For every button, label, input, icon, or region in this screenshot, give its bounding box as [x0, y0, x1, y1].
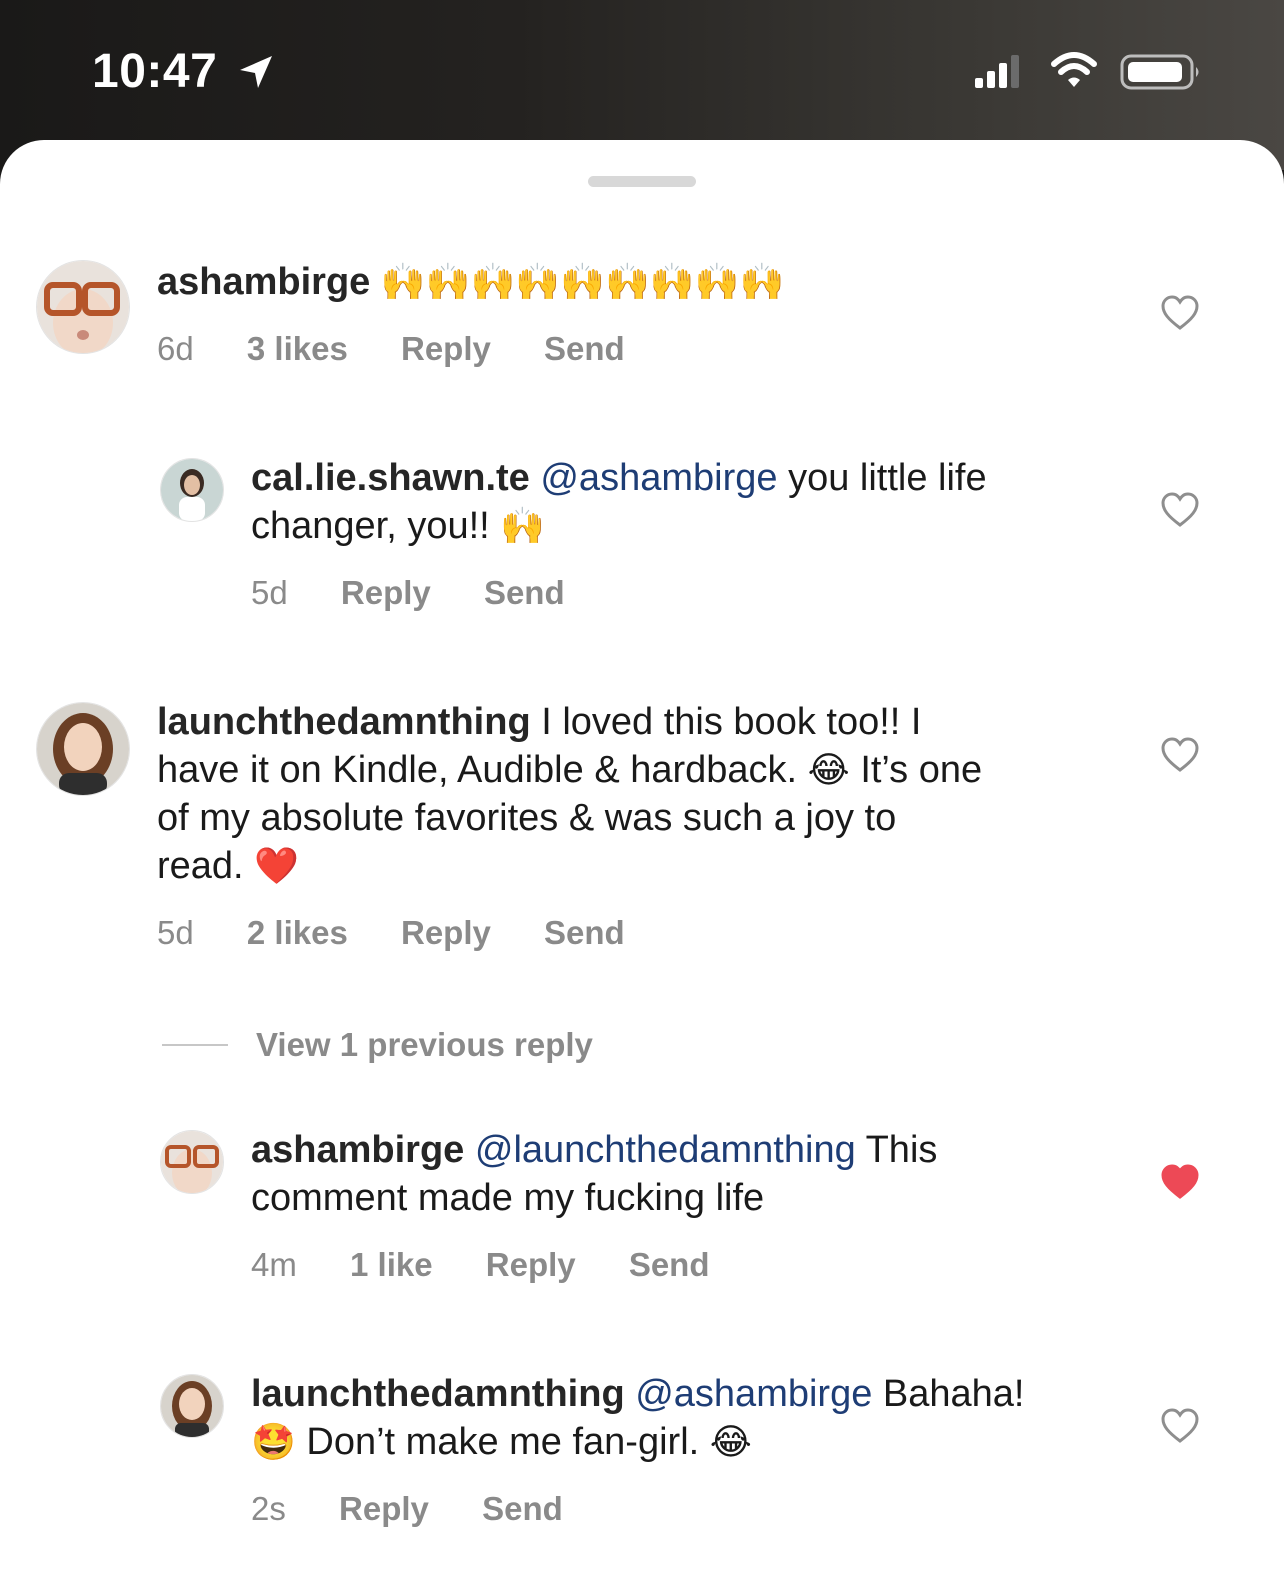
comment-text: comment made my fucking life — [251, 1177, 765, 1219]
mention-link[interactable]: @launchthedamnthing — [475, 1129, 856, 1171]
comment-text: changer, you!! — [251, 505, 490, 547]
divider — [162, 1044, 228, 1046]
heart-icon[interactable] — [1160, 1408, 1200, 1444]
avatar[interactable] — [36, 702, 130, 796]
reply-button[interactable]: Reply — [486, 1246, 576, 1283]
comment-emoji: 😂 — [709, 1421, 752, 1462]
comment-username[interactable]: launchthedamnthing — [157, 701, 531, 743]
likes-count[interactable]: 3 likes — [247, 330, 348, 367]
location-arrow-icon — [240, 56, 272, 88]
comment-emoji: 😂 — [807, 749, 850, 790]
comment-username[interactable]: cal.lie.shawn.te — [251, 457, 530, 499]
comment-timestamp: 2s — [251, 1490, 286, 1527]
likes-count[interactable]: 2 likes — [247, 914, 348, 951]
comment-timestamp: 5d — [157, 914, 194, 951]
likes-count[interactable]: 1 like — [350, 1246, 433, 1283]
send-button[interactable]: Send — [544, 914, 625, 951]
cellular-signal-icon — [975, 55, 1019, 88]
status-bar: 10:47 — [0, 0, 1284, 140]
comment-timestamp: 5d — [251, 574, 288, 611]
comment-text: read. — [157, 845, 244, 887]
reply-button[interactable]: Reply — [401, 914, 491, 951]
avatar[interactable] — [160, 1374, 224, 1438]
comment-meta: 2s Reply Send — [251, 1490, 607, 1528]
battery-icon — [1120, 54, 1199, 90]
heart-icon[interactable] — [1160, 295, 1200, 331]
comment-text: Bahaha! — [882, 1373, 1025, 1415]
avatar[interactable] — [36, 260, 130, 354]
send-button[interactable]: Send — [629, 1246, 710, 1283]
send-button[interactable]: Send — [482, 1490, 563, 1527]
comment-text: have it on Kindle, Audible & hardback. — [157, 749, 798, 791]
comment-emoji: 🙌 — [500, 505, 546, 546]
mention-link[interactable]: @ashambirge — [635, 1373, 872, 1415]
comment-text: I loved this book too!! I — [541, 701, 922, 743]
wifi-icon — [1051, 52, 1097, 87]
comment-text: of my absolute favorites & was such a jo… — [157, 797, 897, 839]
comment-emoji: ❤️ — [254, 845, 300, 886]
sheet-grabber[interactable] — [588, 176, 696, 187]
comment-username[interactable]: ashambirge — [157, 261, 370, 303]
send-button[interactable]: Send — [544, 330, 625, 367]
comment-meta: 4m 1 like Reply Send — [251, 1246, 754, 1284]
comments-sheet: ashambirge 🙌🙌🙌🙌🙌🙌🙌🙌🙌 6d 3 likes Reply Se… — [0, 140, 1284, 1596]
heart-icon[interactable] — [1160, 492, 1200, 528]
comment-emoji: 🤩 — [251, 1421, 296, 1462]
comment-text: Don’t make me fan-girl. — [306, 1421, 700, 1463]
view-previous-label[interactable]: View 1 previous reply — [256, 1026, 593, 1064]
send-button[interactable]: Send — [484, 574, 565, 611]
comment-emoji: 🙌🙌🙌🙌🙌🙌🙌🙌🙌 — [380, 261, 785, 302]
comment-timestamp: 4m — [251, 1246, 297, 1283]
avatar[interactable] — [160, 458, 224, 522]
comment-username[interactable]: launchthedamnthing — [251, 1373, 625, 1415]
comment-meta: 5d 2 likes Reply Send — [157, 914, 669, 952]
comment-text: It’s one — [860, 749, 983, 791]
avatar[interactable] — [160, 1130, 224, 1194]
heart-icon[interactable] — [1160, 737, 1200, 773]
reply-button[interactable]: Reply — [401, 330, 491, 367]
status-time: 10:47 — [92, 45, 218, 98]
comment-meta: 5d Reply Send — [251, 574, 609, 612]
comment-text: you little life — [788, 457, 987, 499]
heart-filled-icon[interactable] — [1160, 1164, 1200, 1200]
mention-link[interactable]: @ashambirge — [540, 457, 777, 499]
comment-text: This — [865, 1129, 938, 1171]
reply-button[interactable]: Reply — [339, 1490, 429, 1527]
comment-meta: 6d 3 likes Reply Send — [157, 330, 669, 368]
comment-timestamp: 6d — [157, 330, 194, 367]
reply-button[interactable]: Reply — [341, 574, 431, 611]
comment-username[interactable]: ashambirge — [251, 1129, 464, 1171]
